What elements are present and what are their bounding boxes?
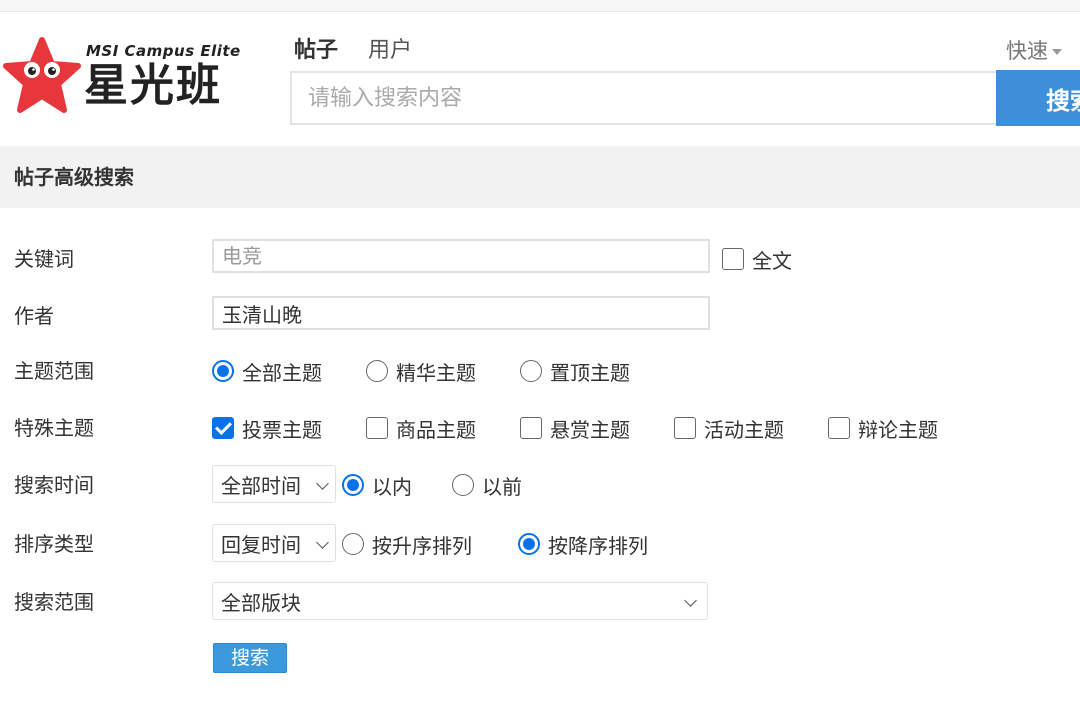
checkbox-reward-topics[interactable]: 悬赏主题	[520, 408, 630, 448]
forum-scope-select[interactable]: 全部版块	[212, 582, 708, 620]
keyword-row: 关键词 全文	[0, 239, 1080, 279]
star-mascot-icon	[3, 37, 81, 113]
checkbox-icon	[674, 417, 696, 439]
tab-posts[interactable]: 帖子	[294, 36, 338, 66]
radio-within[interactable]: 以内	[342, 465, 412, 505]
site-logo[interactable]: MSI Campus Elite 星光班	[2, 36, 262, 116]
radio-selected-icon	[342, 474, 364, 496]
radio-label: 按降序排列	[548, 533, 648, 558]
radio-all-topics[interactable]: 全部主题	[212, 351, 322, 391]
radio-label: 以内	[372, 474, 412, 499]
radio-icon	[452, 474, 474, 496]
checkbox-label: 活动主题	[704, 417, 784, 442]
quick-menu[interactable]: 快速	[1006, 36, 1062, 66]
checkbox-label: 商品主题	[396, 417, 476, 442]
section-header: 帖子高级搜索	[0, 146, 1080, 208]
search-time-row: 搜索时间 全部时间 以内 以前	[0, 465, 1080, 505]
chevron-down-icon	[684, 594, 697, 607]
chevron-down-icon	[316, 536, 329, 549]
sort-field-select[interactable]: 回复时间	[212, 524, 336, 562]
advanced-search-submit-button[interactable]: 搜索	[213, 643, 287, 673]
radio-label: 置顶主题	[550, 360, 630, 385]
radio-label: 全部主题	[242, 360, 322, 385]
checkbox-icon	[366, 417, 388, 439]
search-time-select[interactable]: 全部时间	[212, 465, 336, 503]
select-value: 全部版块	[221, 590, 301, 615]
quick-menu-label: 快速	[1006, 39, 1048, 63]
checkbox-activity-topics[interactable]: 活动主题	[674, 408, 784, 448]
select-value: 全部时间	[221, 473, 301, 498]
radio-pinned-topics[interactable]: 置顶主题	[520, 351, 630, 391]
radio-label: 以前	[482, 474, 522, 499]
fulltext-checkbox[interactable]: 全文	[722, 239, 792, 279]
checkbox-icon	[520, 417, 542, 439]
special-topic-label: 特殊主题	[14, 416, 94, 440]
sort-type-row: 排序类型 回复时间 按升序排列 按降序排列	[0, 524, 1080, 564]
topic-scope-row: 主题范围 全部主题 精华主题 置顶主题	[0, 351, 1080, 391]
top-strip	[0, 0, 1080, 12]
author-input[interactable]	[212, 296, 710, 330]
checkbox-label: 投票主题	[242, 417, 322, 442]
select-value: 回复时间	[221, 532, 301, 557]
checkbox-debate-topics[interactable]: 辩论主题	[828, 408, 938, 448]
radio-selected-icon	[212, 360, 234, 382]
checkbox-product-topics[interactable]: 商品主题	[366, 408, 476, 448]
author-label: 作者	[14, 304, 54, 328]
checkbox-label: 悬赏主题	[550, 417, 630, 442]
search-scope-label: 搜索范围	[14, 590, 94, 614]
sort-type-label: 排序类型	[14, 532, 94, 556]
radio-selected-icon	[518, 533, 540, 555]
author-row: 作者	[0, 296, 1080, 336]
radio-icon	[520, 360, 542, 382]
topic-scope-label: 主题范围	[14, 359, 94, 383]
keyword-label: 关键词	[14, 247, 74, 271]
radio-descending[interactable]: 按降序排列	[518, 524, 648, 564]
section-title: 帖子高级搜索	[14, 165, 134, 189]
radio-digest-topics[interactable]: 精华主题	[366, 351, 476, 391]
checkbox-icon	[828, 417, 850, 439]
checkbox-label: 辩论主题	[858, 417, 938, 442]
logo-chinese-text: 星光班	[84, 60, 222, 111]
checkbox-icon	[722, 248, 744, 270]
radio-label: 精华主题	[396, 360, 476, 385]
special-topic-row: 特殊主题 投票主题 商品主题 悬赏主题 活动主题 辩论主题	[0, 408, 1080, 448]
chevron-down-icon	[316, 477, 329, 490]
search-button[interactable]: 搜索	[996, 70, 1080, 126]
caret-down-icon	[1052, 49, 1062, 55]
radio-before[interactable]: 以前	[452, 465, 522, 505]
tab-users[interactable]: 用户	[368, 36, 412, 66]
radio-ascending[interactable]: 按升序排列	[342, 524, 472, 564]
checkbox-checked-icon	[212, 417, 234, 439]
search-scope-row: 搜索范围 全部版块	[0, 582, 1080, 622]
radio-icon	[342, 533, 364, 555]
site-header: MSI Campus Elite 星光班 帖子 用户 快速 搜索	[0, 12, 1080, 146]
fulltext-label: 全文	[752, 248, 792, 273]
keyword-input[interactable]	[212, 239, 710, 273]
search-input[interactable]	[290, 71, 998, 125]
radio-icon	[366, 360, 388, 382]
radio-label: 按升序排列	[372, 533, 472, 558]
search-time-label: 搜索时间	[14, 473, 94, 497]
logo-english-text: MSI Campus Elite	[86, 42, 241, 60]
checkbox-poll-topics[interactable]: 投票主题	[212, 408, 322, 448]
